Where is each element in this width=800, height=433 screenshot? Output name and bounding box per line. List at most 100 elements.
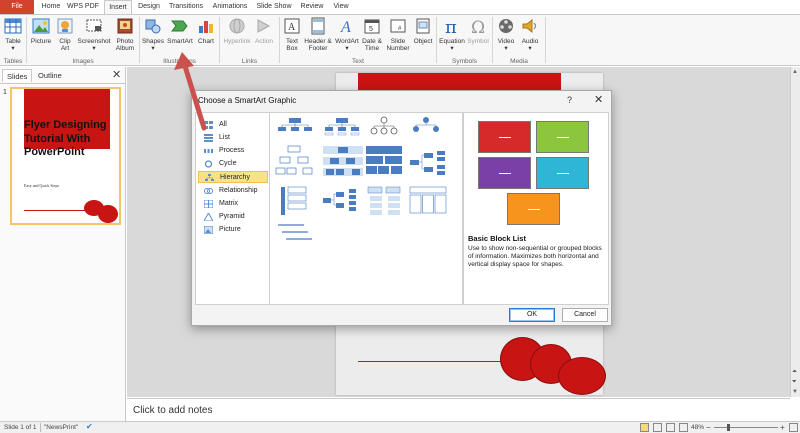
fit-to-window-icon[interactable]: [789, 423, 798, 432]
cancel-button[interactable]: Cancel: [562, 308, 608, 322]
tab-view[interactable]: View: [330, 0, 352, 14]
group-separator: [26, 17, 27, 63]
tab-slide-show-label: Slide Show: [256, 3, 292, 10]
normal-view-icon[interactable]: [640, 423, 649, 432]
hyperlink-button[interactable]: Hyperlink: [221, 17, 253, 45]
scroll-up-icon[interactable]: ▲: [792, 69, 798, 75]
layout-hierarchy[interactable]: [275, 145, 313, 175]
category-picture[interactable]: Picture: [198, 224, 268, 236]
notes-pane[interactable]: Click to add notes: [127, 398, 790, 421]
layout-descending-hierarchy[interactable]: [278, 224, 312, 240]
tab-design[interactable]: Design: [135, 0, 163, 14]
help-icon[interactable]: ?: [567, 95, 572, 105]
preview-block-dash: [557, 173, 569, 174]
spell-check-icon[interactable]: ✔: [86, 422, 93, 431]
category-matrix[interactable]: Matrix: [198, 198, 268, 210]
status-bar: Slide 1 of 1 "NewsPrint" ✔ 48% − +: [0, 421, 800, 433]
layout-table-list[interactable]: [409, 186, 447, 214]
slide-red-line: [358, 361, 518, 362]
symbol-button[interactable]: Ω Symbol: [466, 17, 490, 45]
table-button[interactable]: Table ▾: [2, 17, 24, 52]
tab-home[interactable]: Home: [38, 0, 64, 14]
slide-show-icon[interactable]: [679, 423, 688, 432]
group-label-links: Links: [241, 58, 258, 65]
smartart-button[interactable]: SmartArt: [166, 17, 194, 45]
layout-circle-picture-hierarchy[interactable]: [413, 117, 439, 132]
object-icon: [416, 18, 430, 34]
chart-button[interactable]: Chart: [196, 17, 216, 45]
layout-labeled-hierarchy[interactable]: [323, 146, 363, 176]
tab-slides[interactable]: Slides: [2, 69, 33, 82]
dialog-title: Choose a SmartArt Graphic: [198, 96, 297, 105]
category-list-item[interactable]: List: [198, 132, 268, 144]
category-hierarchy[interactable]: Hierarchy: [198, 171, 268, 183]
close-pane-icon[interactable]: ✕: [112, 68, 121, 81]
category-relationship[interactable]: Relationship: [198, 185, 268, 197]
layout-half-circle-org-chart[interactable]: [370, 116, 398, 135]
action-icon: [257, 19, 271, 33]
preview-block-red: [478, 121, 531, 153]
vertical-scrollbar[interactable]: ▲ ⏶ ⏷ ▼: [790, 67, 800, 397]
category-cycle[interactable]: Cycle: [198, 158, 268, 170]
slide-number-button[interactable]: # Slide Number: [384, 17, 412, 52]
category-pyramid[interactable]: Pyramid: [198, 211, 268, 223]
tab-outline[interactable]: Outline: [34, 69, 66, 82]
tab-transitions[interactable]: Transitions: [166, 0, 206, 14]
header-footer-icon: [311, 17, 325, 35]
clip-art-button[interactable]: Clip Art: [55, 17, 75, 52]
date-time-button[interactable]: 5 Date & Time: [361, 17, 383, 52]
object-button[interactable]: Object: [412, 17, 434, 45]
category-relationship-label: Relationship: [219, 187, 258, 194]
reading-view-icon[interactable]: [666, 423, 675, 432]
chart-label: Chart: [198, 38, 214, 45]
layout-horizontal-hierarchy[interactable]: [323, 189, 356, 211]
prev-slide-icon[interactable]: ⏶: [792, 369, 797, 375]
cycle-icon: [204, 160, 213, 168]
layout-table-hierarchy[interactable]: [366, 146, 402, 174]
wordart-icon: A: [340, 19, 351, 36]
tab-animations[interactable]: Animations: [210, 0, 250, 14]
category-process[interactable]: Process: [198, 145, 268, 157]
header-footer-button[interactable]: Header & Footer: [304, 17, 332, 52]
text-box-button[interactable]: A Text Box: [281, 17, 303, 52]
next-slide-icon[interactable]: ⏷: [792, 379, 797, 385]
zoom-slider-thumb[interactable]: [727, 424, 730, 431]
equation-label: Equation: [439, 38, 465, 45]
audio-button[interactable]: Audio ▾: [519, 17, 541, 52]
slide-sorter-icon[interactable]: [653, 423, 662, 432]
layout-lined-list-vertical[interactable]: [281, 186, 307, 215]
ok-button[interactable]: OK: [509, 308, 555, 322]
tab-file[interactable]: File: [0, 0, 34, 14]
svg-text:5: 5: [369, 26, 373, 33]
zoom-out-icon[interactable]: −: [706, 423, 711, 432]
scroll-down-icon[interactable]: ▼: [792, 389, 798, 395]
tab-insert[interactable]: Insert: [104, 0, 132, 14]
dialog-close-icon[interactable]: ✕: [594, 93, 603, 106]
action-button[interactable]: Action: [253, 17, 275, 45]
layout-hierarchy-list[interactable]: [367, 186, 401, 215]
tab-review[interactable]: Review: [298, 0, 326, 14]
shapes-label: Shapes: [141, 38, 165, 45]
clip-art-icon: [57, 18, 73, 34]
zoom-in-icon[interactable]: +: [780, 423, 785, 432]
category-all[interactable]: All: [198, 119, 268, 131]
tab-slide-show[interactable]: Slide Show: [254, 0, 294, 14]
clip-art-label: Clip Art: [59, 38, 71, 52]
slide-thumbnail[interactable]: Flyer Designing Tutorial With PowerPoint…: [10, 87, 121, 225]
photo-album-button[interactable]: Photo Album: [112, 17, 138, 52]
tab-wps-pdf[interactable]: WPS PDF: [66, 0, 100, 14]
preview-block-dash: [499, 137, 511, 138]
zoom-slider-track[interactable]: [714, 427, 778, 428]
chart-icon: [199, 21, 213, 33]
shapes-button[interactable]: Shapes ▾: [141, 17, 165, 52]
layout-name-title-org-chart[interactable]: [324, 118, 360, 136]
picture-button[interactable]: Picture: [29, 17, 53, 45]
equation-button[interactable]: π Equation ▾: [438, 17, 466, 52]
wordart-button[interactable]: A WordArt ▾: [333, 17, 361, 52]
screenshot-button[interactable]: Screenshot ▾: [77, 17, 111, 52]
layout-org-chart[interactable]: [278, 118, 312, 131]
layout-horizontal-hierarchy-small[interactable]: [410, 151, 445, 175]
matrix-icon: [204, 200, 213, 208]
video-button[interactable]: Video ▾: [494, 17, 518, 52]
zoom-level[interactable]: 48%: [691, 424, 704, 431]
